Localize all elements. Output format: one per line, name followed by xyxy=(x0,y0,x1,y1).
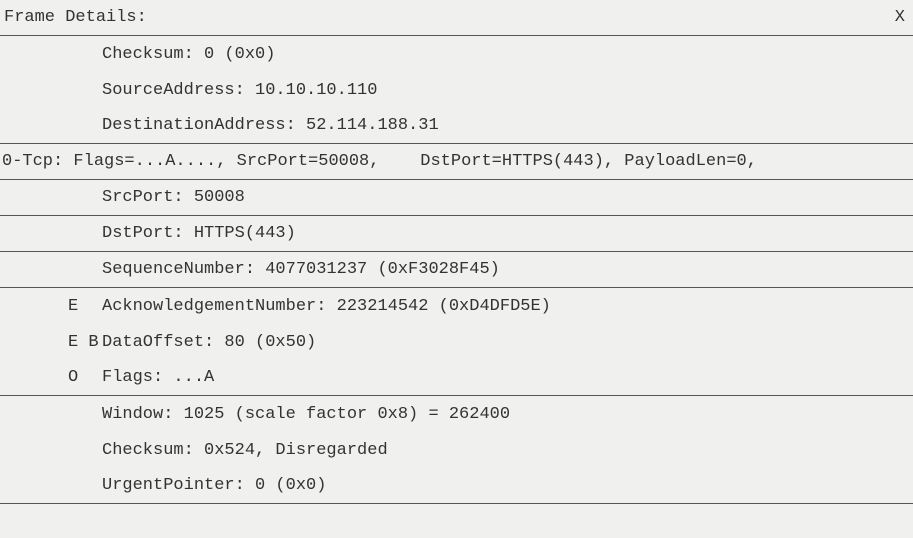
frame-header-row: Frame Details: X xyxy=(0,0,913,36)
ip-source-address: SourceAddress: 10.10.10.110 xyxy=(102,81,377,100)
frame-title: Frame Details: xyxy=(4,8,147,27)
tcp-dstport-row: DstPort: HTTPS(443) xyxy=(0,216,913,252)
tcp-acknowledgement-number: AcknowledgementNumber: 223214542 (0xD4DF… xyxy=(102,297,551,316)
ip-dest-row: DestinationAddress: 52.114.188.31 xyxy=(0,108,913,144)
tcp-sequence-number: SequenceNumber: 4077031237 (0xF3028F45) xyxy=(102,260,500,279)
ip-checksum-row: Checksum: 0 (0x0) xyxy=(0,36,913,72)
tcp-dstport: DstPort: HTTPS(443) xyxy=(102,224,296,243)
tcp-checksum-row: Checksum: 0x524, Disregarded xyxy=(0,432,913,468)
tcp-window-row: Window: 1025 (scale factor 0x8) = 262400 xyxy=(0,396,913,432)
tcp-ack-row: EAcknowledgementNumber: 223214542 (0xD4D… xyxy=(0,288,913,324)
tcp-checksum: Checksum: 0x524, Disregarded xyxy=(102,441,388,460)
tcp-seq-row: SequenceNumber: 4077031237 (0xF3028F45) xyxy=(0,252,913,288)
close-icon[interactable]: X xyxy=(895,8,905,27)
tcp-flags: Flags: ...A xyxy=(102,368,214,387)
tcp-summary: 0-Tcp: Flags=...A...., SrcPort=50008, Ds… xyxy=(2,152,757,171)
ip-destination-address: DestinationAddress: 52.114.188.31 xyxy=(102,116,439,135)
tcp-data-offset: DataOffset: 80 (0x50) xyxy=(102,333,316,352)
tcp-urgent-row: UrgentPointer: 0 (0x0) xyxy=(0,468,913,504)
ip-source-row: SourceAddress: 10.10.10.110 xyxy=(0,72,913,108)
tcp-urgent-pointer: UrgentPointer: 0 (0x0) xyxy=(102,476,326,495)
ip-checksum: Checksum: 0 (0x0) xyxy=(102,45,275,64)
dataoffset-marker: E B xyxy=(0,333,102,352)
tcp-srcport-row: SrcPort: 50008 xyxy=(0,180,913,216)
ack-marker: E xyxy=(0,297,102,316)
tcp-window: Window: 1025 (scale factor 0x8) = 262400 xyxy=(102,405,510,424)
flags-marker: O xyxy=(0,368,102,387)
frame-details-panel: Frame Details: X Checksum: 0 (0x0) Sourc… xyxy=(0,0,913,538)
tcp-flags-row: OFlags: ...A xyxy=(0,360,913,396)
tcp-summary-row: 0-Tcp: Flags=...A...., SrcPort=50008, Ds… xyxy=(0,144,913,180)
tcp-dataoffset-row: E BDataOffset: 80 (0x50) xyxy=(0,324,913,360)
tcp-srcport: SrcPort: 50008 xyxy=(102,188,245,207)
